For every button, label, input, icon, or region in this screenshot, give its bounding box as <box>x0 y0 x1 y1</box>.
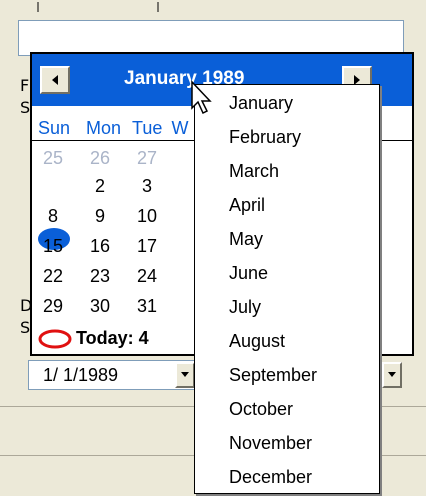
day-cell[interactable]: 29 <box>40 296 66 317</box>
day-cell[interactable]: 2 <box>87 176 113 197</box>
date-value: 1/ 1/1989 <box>43 365 119 385</box>
day-cell[interactable]: 24 <box>134 266 160 287</box>
day-cell[interactable]: 23 <box>87 266 113 287</box>
day-cell[interactable]: 16 <box>87 236 113 257</box>
day-cell[interactable]: 9 <box>87 206 113 227</box>
dropdown-button[interactable] <box>175 362 195 388</box>
day-cell-selected[interactable]: 1 <box>40 176 66 197</box>
month-menu-item[interactable]: April <box>229 195 265 216</box>
down-arrow-icon <box>181 372 189 377</box>
day-cell[interactable]: 27 <box>134 148 160 169</box>
month-menu-item[interactable]: February <box>229 127 301 148</box>
bg-label-s: S <box>20 98 31 117</box>
month-menu-item[interactable]: March <box>229 161 279 182</box>
date-picker-field[interactable]: 1/ 1/1989 <box>28 360 198 390</box>
bg-label-f: F <box>20 76 30 95</box>
month-dropdown-menu: January February March April May June Ju… <box>194 84 380 494</box>
right-dropdown-button[interactable] <box>382 362 402 388</box>
weekday-label: W <box>171 118 189 138</box>
month-menu-item[interactable]: October <box>229 399 293 420</box>
month-menu-item[interactable]: July <box>229 297 261 318</box>
month-menu-item[interactable]: November <box>229 433 312 454</box>
weekday-label: Tue <box>132 118 163 138</box>
down-arrow-icon <box>388 372 396 377</box>
day-cell[interactable]: 22 <box>40 266 66 287</box>
left-arrow-icon <box>52 75 58 85</box>
day-cell[interactable]: 31 <box>134 296 160 317</box>
day-cell[interactable]: 15 <box>40 236 66 257</box>
day-cell[interactable]: 17 <box>134 236 160 257</box>
day-cell[interactable]: 8 <box>40 206 66 227</box>
month-menu-item[interactable]: August <box>229 331 285 352</box>
weekday-label: Sun <box>38 118 71 138</box>
month-menu-item[interactable]: June <box>229 263 268 284</box>
bg-label-s2: S <box>20 318 31 337</box>
top-field-ticks <box>37 2 159 12</box>
day-cell[interactable]: 10 <box>134 206 160 227</box>
month-menu-item[interactable]: December <box>229 467 312 488</box>
day-cell[interactable]: 30 <box>87 296 113 317</box>
today-label: Today: 4 <box>76 328 149 348</box>
top-text-field[interactable] <box>18 20 404 56</box>
weekday-label: Mon <box>86 118 122 138</box>
day-cell[interactable]: 26 <box>87 148 113 169</box>
month-menu-item[interactable]: May <box>229 229 263 250</box>
prev-month-button[interactable] <box>40 66 70 94</box>
month-menu-item[interactable]: September <box>229 365 317 386</box>
day-cell[interactable]: 25 <box>40 148 66 169</box>
today-circle-icon <box>38 329 72 349</box>
day-cell[interactable]: 3 <box>134 176 160 197</box>
mouse-pointer-icon <box>191 80 212 115</box>
month-menu-item[interactable]: January <box>229 93 293 114</box>
